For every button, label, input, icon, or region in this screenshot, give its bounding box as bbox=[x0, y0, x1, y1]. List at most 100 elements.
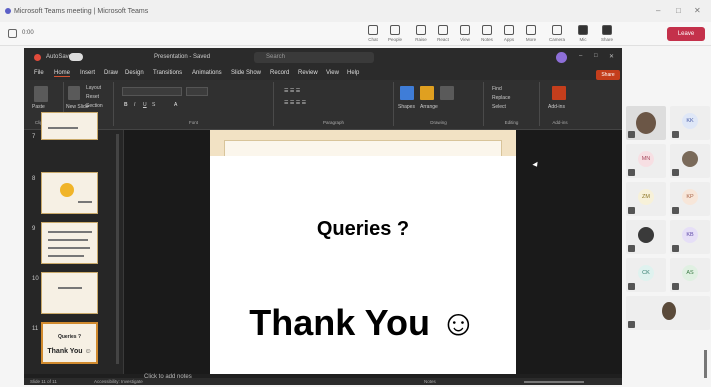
font-color-icon[interactable]: A bbox=[174, 102, 177, 108]
paste-icon[interactable] bbox=[34, 86, 48, 102]
react-icon bbox=[438, 25, 448, 35]
slide-thumbnail-9[interactable] bbox=[41, 222, 98, 264]
new-slide-icon[interactable] bbox=[68, 86, 80, 100]
react-button[interactable]: React bbox=[432, 25, 454, 43]
layout-button[interactable]: Layout bbox=[86, 85, 101, 91]
accessibility-status[interactable]: Accessibility: Investigate bbox=[94, 379, 143, 384]
participant-tile[interactable]: MN bbox=[626, 144, 666, 178]
align-icon[interactable]: ☰ ☰ ☰ ☰ bbox=[284, 100, 306, 106]
section-button[interactable]: Section bbox=[86, 103, 103, 109]
participant-video-tile[interactable] bbox=[626, 106, 666, 140]
font-group: B I U S A Font bbox=[114, 82, 274, 126]
autosave-toggle[interactable] bbox=[69, 53, 83, 61]
thumbnail-scrollbar[interactable] bbox=[116, 134, 119, 364]
notes-icon bbox=[482, 25, 492, 35]
slide-title-frame bbox=[224, 140, 502, 156]
participants-panel: KK MN ZM KP KB CK AS bbox=[624, 106, 711, 330]
participant-photo bbox=[662, 302, 676, 320]
participant-tile[interactable]: ZM bbox=[626, 182, 666, 216]
pie-graphic bbox=[60, 183, 74, 197]
meeting-info-icon[interactable] bbox=[8, 29, 17, 38]
slide-thumbnail-10[interactable] bbox=[41, 272, 98, 314]
leave-button[interactable]: Leave bbox=[667, 27, 705, 41]
share-icon bbox=[602, 25, 612, 35]
mic-icon bbox=[578, 25, 588, 35]
participant-tile[interactable]: KP bbox=[670, 182, 710, 216]
powerpoint-logo-icon bbox=[34, 54, 41, 61]
addins-icon[interactable] bbox=[552, 86, 566, 100]
apps-button[interactable]: Apps bbox=[498, 25, 520, 43]
slide-thumbnail-7[interactable] bbox=[41, 112, 98, 140]
bullets-icon[interactable]: ☰ ☰ ☰ bbox=[284, 88, 300, 94]
raise-hand-button[interactable]: Raise bbox=[410, 25, 432, 43]
participant-video-tile[interactable] bbox=[626, 220, 666, 254]
menu-view[interactable]: View bbox=[326, 70, 339, 76]
menu-record[interactable]: Record bbox=[270, 70, 289, 76]
participant-tile[interactable]: CK bbox=[626, 258, 666, 292]
quick-styles-icon[interactable] bbox=[440, 86, 454, 100]
camera-button[interactable]: Camera bbox=[546, 25, 568, 43]
reset-button[interactable]: Reset bbox=[86, 94, 99, 100]
shapes-icon[interactable] bbox=[400, 86, 414, 100]
people-button[interactable]: People bbox=[384, 25, 406, 43]
participant-tile[interactable]: KK bbox=[670, 106, 710, 140]
participant-tile[interactable]: AS bbox=[670, 258, 710, 292]
maximize-icon[interactable]: □ bbox=[676, 6, 681, 15]
select-button[interactable]: Select bbox=[492, 104, 506, 110]
hand-icon bbox=[416, 25, 426, 35]
close-icon[interactable]: ✕ bbox=[694, 6, 701, 15]
minimize-icon[interactable]: – bbox=[656, 6, 660, 15]
slide-scrollbar[interactable] bbox=[704, 350, 707, 378]
menu-file[interactable]: File bbox=[34, 70, 44, 76]
view-button[interactable]: View bbox=[454, 25, 476, 43]
mic-muted-icon bbox=[672, 169, 679, 176]
minimize-icon[interactable]: – bbox=[579, 53, 582, 59]
meeting-timer: 0:00 bbox=[22, 30, 34, 36]
menu-home[interactable]: Home bbox=[54, 70, 71, 77]
mic-button[interactable]: Mic bbox=[572, 25, 594, 43]
share-content-button[interactable]: Share bbox=[596, 25, 618, 43]
thumbnail-number: 8 bbox=[32, 176, 36, 182]
more-button[interactable]: More bbox=[520, 25, 542, 43]
chat-button[interactable]: Chat bbox=[362, 25, 384, 43]
notes-toggle-button[interactable]: Notes bbox=[424, 379, 436, 384]
menu-animations[interactable]: Animations bbox=[192, 70, 222, 76]
menu-review[interactable]: Review bbox=[298, 70, 318, 76]
menu-draw[interactable]: Draw bbox=[104, 70, 118, 76]
find-button[interactable]: Find bbox=[492, 86, 502, 92]
participant-video-tile[interactable] bbox=[626, 296, 710, 330]
participant-video-tile[interactable] bbox=[670, 144, 710, 178]
arrange-icon[interactable] bbox=[420, 86, 434, 100]
status-bar: Slide 11 of 11 Accessibility: Investigat… bbox=[24, 378, 622, 385]
mic-muted-icon bbox=[672, 207, 679, 214]
strikethrough-button[interactable]: S bbox=[152, 102, 155, 108]
participant-tile[interactable]: KB bbox=[670, 220, 710, 254]
font-family-select[interactable] bbox=[122, 87, 182, 96]
close-icon[interactable]: ✕ bbox=[609, 53, 614, 60]
menu-transitions[interactable]: Transitions bbox=[153, 70, 182, 76]
replace-button[interactable]: Replace bbox=[492, 95, 510, 101]
slide-counter: Slide 11 of 11 bbox=[30, 379, 57, 384]
thumbnail-number: 10 bbox=[32, 276, 39, 282]
menu-help[interactable]: Help bbox=[347, 70, 359, 76]
search-box[interactable]: Search bbox=[254, 52, 374, 63]
underline-button[interactable]: U bbox=[143, 102, 147, 108]
zoom-slider[interactable] bbox=[524, 381, 584, 383]
menu-design[interactable]: Design bbox=[125, 70, 144, 76]
user-avatar[interactable] bbox=[556, 52, 567, 63]
mic-muted-icon bbox=[672, 283, 679, 290]
thumbnail-text-line bbox=[48, 127, 78, 129]
menu-insert[interactable]: Insert bbox=[80, 70, 95, 76]
current-slide[interactable]: Queries ? Thank You ☺ bbox=[210, 130, 516, 374]
maximize-icon[interactable]: □ bbox=[594, 53, 598, 59]
bold-button[interactable]: B bbox=[124, 102, 128, 108]
notes-button[interactable]: Notes bbox=[476, 25, 498, 43]
camera-icon bbox=[552, 25, 562, 35]
italic-button[interactable]: I bbox=[134, 102, 135, 108]
slide-thumbnail-8[interactable] bbox=[41, 172, 98, 214]
slide-thumbnail-11[interactable]: Queries ? Thank You ☺ bbox=[41, 322, 98, 364]
share-button[interactable]: Share bbox=[596, 70, 620, 80]
thumbnail-text-line bbox=[48, 255, 84, 257]
menu-slide-show[interactable]: Slide Show bbox=[231, 70, 261, 76]
font-size-select[interactable] bbox=[186, 87, 208, 96]
